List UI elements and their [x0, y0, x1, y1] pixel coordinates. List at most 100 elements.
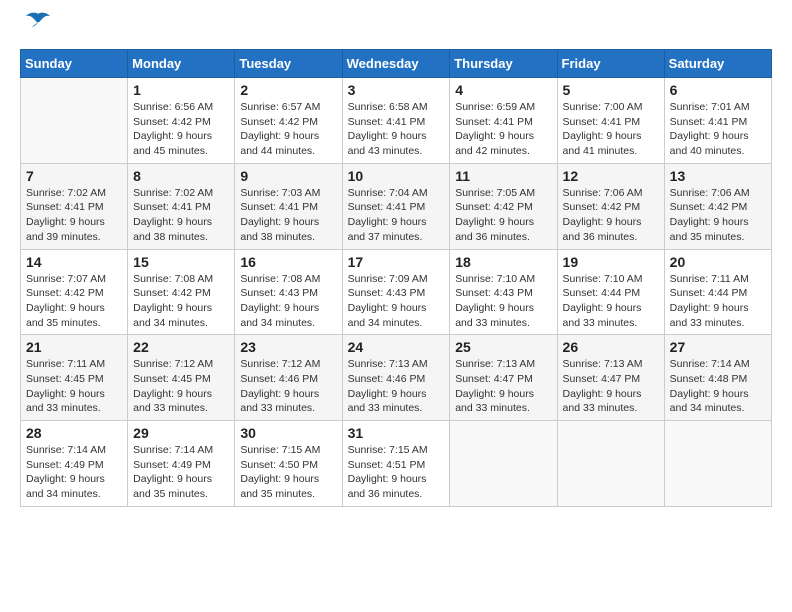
calendar-cell: 8 Sunrise: 7:02 AMSunset: 4:41 PMDaylight…	[128, 163, 235, 249]
calendar-cell: 11 Sunrise: 7:05 AMSunset: 4:42 PMDayligh…	[450, 163, 557, 249]
day-info: Sunrise: 7:14 AMSunset: 4:48 PMDaylight:…	[670, 357, 766, 416]
day-number: 29	[133, 425, 229, 441]
calendar-cell: 29 Sunrise: 7:14 AMSunset: 4:49 PMDayligh…	[128, 421, 235, 507]
calendar-cell: 6 Sunrise: 7:01 AMSunset: 4:41 PMDaylight…	[664, 78, 771, 164]
calendar-cell: 21 Sunrise: 7:11 AMSunset: 4:45 PMDayligh…	[21, 335, 128, 421]
calendar-cell: 25Sunrise: 7:13 AMSunset: 4:47 PMDayligh…	[450, 335, 557, 421]
day-info: Sunrise: 7:09 AMSunset: 4:43 PMDaylight:…	[348, 272, 445, 331]
day-number: 17	[348, 254, 445, 270]
day-number: 13	[670, 168, 766, 184]
day-info: Sunrise: 7:02 AMSunset: 4:41 PMDaylight:…	[26, 186, 122, 245]
day-number: 8	[133, 168, 229, 184]
calendar-cell: 31Sunrise: 7:15 AMSunset: 4:51 PMDayligh…	[342, 421, 450, 507]
day-info: Sunrise: 7:06 AMSunset: 4:42 PMDaylight:…	[563, 186, 659, 245]
calendar-table: SundayMondayTuesdayWednesdayThursdayFrid…	[20, 49, 772, 507]
calendar-cell: 23 Sunrise: 7:12 AMSunset: 4:46 PMDayligh…	[235, 335, 342, 421]
day-info: Sunrise: 7:03 AMSunset: 4:41 PMDaylight:…	[240, 186, 336, 245]
day-info: Sunrise: 7:05 AMSunset: 4:42 PMDaylight:…	[455, 186, 551, 245]
calendar-week-row: 28 Sunrise: 7:14 AMSunset: 4:49 PMDayligh…	[21, 421, 772, 507]
calendar-cell: 5 Sunrise: 7:00 AMSunset: 4:41 PMDaylight…	[557, 78, 664, 164]
logo	[20, 20, 52, 39]
calendar-cell: 20Sunrise: 7:11 AMSunset: 4:44 PMDayligh…	[664, 249, 771, 335]
day-number: 22	[133, 339, 229, 355]
calendar-cell: 9 Sunrise: 7:03 AMSunset: 4:41 PMDaylight…	[235, 163, 342, 249]
calendar-cell: 19Sunrise: 7:10 AMSunset: 4:44 PMDayligh…	[557, 249, 664, 335]
day-info: Sunrise: 7:13 AMSunset: 4:47 PMDaylight:…	[563, 357, 659, 416]
calendar-cell: 24Sunrise: 7:13 AMSunset: 4:46 PMDayligh…	[342, 335, 450, 421]
calendar-cell: 18 Sunrise: 7:10 AMSunset: 4:43 PMDayligh…	[450, 249, 557, 335]
day-number: 21	[26, 339, 122, 355]
calendar-cell: 26 Sunrise: 7:13 AMSunset: 4:47 PMDayligh…	[557, 335, 664, 421]
day-number: 5	[563, 82, 659, 98]
day-number: 23	[240, 339, 336, 355]
calendar-cell: 7 Sunrise: 7:02 AMSunset: 4:41 PMDaylight…	[21, 163, 128, 249]
calendar-cell: 14 Sunrise: 7:07 AMSunset: 4:42 PMDayligh…	[21, 249, 128, 335]
weekday-header-thursday: Thursday	[450, 50, 557, 78]
calendar-cell: 22 Sunrise: 7:12 AMSunset: 4:45 PMDayligh…	[128, 335, 235, 421]
day-number: 12	[563, 168, 659, 184]
day-number: 28	[26, 425, 122, 441]
calendar-week-row: 14 Sunrise: 7:07 AMSunset: 4:42 PMDayligh…	[21, 249, 772, 335]
calendar-cell: 1Sunrise: 6:56 AMSunset: 4:42 PMDaylight…	[128, 78, 235, 164]
calendar-week-row: 7 Sunrise: 7:02 AMSunset: 4:41 PMDaylight…	[21, 163, 772, 249]
day-number: 6	[670, 82, 766, 98]
day-number: 24	[348, 339, 445, 355]
day-number: 9	[240, 168, 336, 184]
day-info: Sunrise: 7:06 AMSunset: 4:42 PMDaylight:…	[670, 186, 766, 245]
day-info: Sunrise: 7:00 AMSunset: 4:41 PMDaylight:…	[563, 100, 659, 159]
day-info: Sunrise: 7:15 AMSunset: 4:50 PMDaylight:…	[240, 443, 336, 502]
calendar-cell: 16Sunrise: 7:08 AMSunset: 4:43 PMDayligh…	[235, 249, 342, 335]
day-info: Sunrise: 7:15 AMSunset: 4:51 PMDaylight:…	[348, 443, 445, 502]
day-info: Sunrise: 6:57 AMSunset: 4:42 PMDaylight:…	[240, 100, 336, 159]
day-number: 4	[455, 82, 551, 98]
calendar-cell	[664, 421, 771, 507]
day-info: Sunrise: 7:08 AMSunset: 4:42 PMDaylight:…	[133, 272, 229, 331]
calendar-week-row: 21 Sunrise: 7:11 AMSunset: 4:45 PMDayligh…	[21, 335, 772, 421]
calendar-cell: 2Sunrise: 6:57 AMSunset: 4:42 PMDaylight…	[235, 78, 342, 164]
day-number: 20	[670, 254, 766, 270]
day-info: Sunrise: 7:10 AMSunset: 4:43 PMDaylight:…	[455, 272, 551, 331]
day-number: 10	[348, 168, 445, 184]
day-info: Sunrise: 7:12 AMSunset: 4:46 PMDaylight:…	[240, 357, 336, 416]
calendar-cell: 3Sunrise: 6:58 AMSunset: 4:41 PMDaylight…	[342, 78, 450, 164]
day-info: Sunrise: 7:14 AMSunset: 4:49 PMDaylight:…	[133, 443, 229, 502]
calendar-cell: 4 Sunrise: 6:59 AMSunset: 4:41 PMDaylight…	[450, 78, 557, 164]
day-info: Sunrise: 7:10 AMSunset: 4:44 PMDaylight:…	[563, 272, 659, 331]
day-info: Sunrise: 7:12 AMSunset: 4:45 PMDaylight:…	[133, 357, 229, 416]
weekday-header-monday: Monday	[128, 50, 235, 78]
calendar-cell: 28Sunrise: 7:14 AMSunset: 4:49 PMDayligh…	[21, 421, 128, 507]
day-number: 30	[240, 425, 336, 441]
day-number: 15	[133, 254, 229, 270]
day-info: Sunrise: 7:11 AMSunset: 4:45 PMDaylight:…	[26, 357, 122, 416]
day-number: 14	[26, 254, 122, 270]
day-info: Sunrise: 6:56 AMSunset: 4:42 PMDaylight:…	[133, 100, 229, 159]
calendar-week-row: 1Sunrise: 6:56 AMSunset: 4:42 PMDaylight…	[21, 78, 772, 164]
day-info: Sunrise: 6:59 AMSunset: 4:41 PMDaylight:…	[455, 100, 551, 159]
day-number: 25	[455, 339, 551, 355]
day-number: 26	[563, 339, 659, 355]
day-number: 7	[26, 168, 122, 184]
calendar-cell	[450, 421, 557, 507]
calendar-cell: 12 Sunrise: 7:06 AMSunset: 4:42 PMDayligh…	[557, 163, 664, 249]
day-info: Sunrise: 7:04 AMSunset: 4:41 PMDaylight:…	[348, 186, 445, 245]
weekday-header-tuesday: Tuesday	[235, 50, 342, 78]
day-number: 18	[455, 254, 551, 270]
day-info: Sunrise: 7:01 AMSunset: 4:41 PMDaylight:…	[670, 100, 766, 159]
calendar-cell: 13 Sunrise: 7:06 AMSunset: 4:42 PMDayligh…	[664, 163, 771, 249]
calendar-cell	[557, 421, 664, 507]
day-info: Sunrise: 6:58 AMSunset: 4:41 PMDaylight:…	[348, 100, 445, 159]
day-number: 11	[455, 168, 551, 184]
day-info: Sunrise: 7:08 AMSunset: 4:43 PMDaylight:…	[240, 272, 336, 331]
calendar-cell: 27 Sunrise: 7:14 AMSunset: 4:48 PMDayligh…	[664, 335, 771, 421]
page-header	[20, 20, 772, 39]
weekday-header-wednesday: Wednesday	[342, 50, 450, 78]
calendar-cell: 15 Sunrise: 7:08 AMSunset: 4:42 PMDayligh…	[128, 249, 235, 335]
logo-bird-icon	[24, 12, 52, 39]
weekday-header-friday: Friday	[557, 50, 664, 78]
weekday-header-row: SundayMondayTuesdayWednesdayThursdayFrid…	[21, 50, 772, 78]
day-info: Sunrise: 7:02 AMSunset: 4:41 PMDaylight:…	[133, 186, 229, 245]
calendar-cell: 17 Sunrise: 7:09 AMSunset: 4:43 PMDayligh…	[342, 249, 450, 335]
weekday-header-saturday: Saturday	[664, 50, 771, 78]
day-number: 27	[670, 339, 766, 355]
day-info: Sunrise: 7:07 AMSunset: 4:42 PMDaylight:…	[26, 272, 122, 331]
